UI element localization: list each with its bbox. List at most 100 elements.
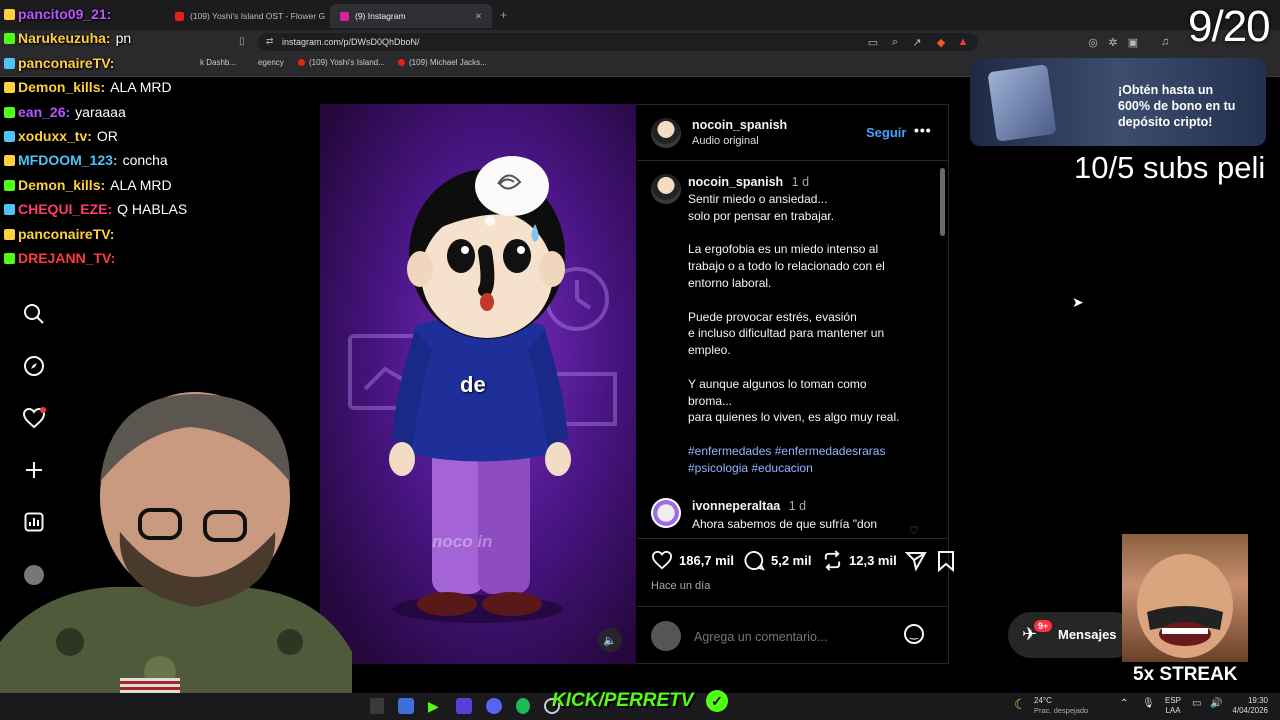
caption-header: nocoin_spanish 1 d	[688, 175, 809, 189]
cursor-icon: ➤	[1072, 294, 1084, 310]
taskbar-app-icon[interactable]	[370, 698, 384, 714]
chat-username: xoduxx_tv:	[18, 127, 92, 144]
chat-message: CHEQUI_EZE: Q HABLAS	[4, 201, 304, 225]
save-icon[interactable]	[936, 550, 956, 577]
comment-text: Ahora sabemos de que sufría "don	[692, 517, 878, 531]
scrollbar-thumb[interactable]	[940, 168, 945, 236]
hashtags-line1[interactable]: #enfermedades #enfermedadesraras	[688, 443, 885, 460]
chat-username: MFDOOM_123:	[18, 152, 118, 169]
caption-line: solo por pensar en trabajar.	[688, 208, 835, 223]
network-icon[interactable]: ▭	[1192, 698, 1201, 709]
volume-icon[interactable]: 🔈	[598, 628, 622, 652]
flag-pattern	[120, 678, 180, 693]
more-horizontal-icon[interactable]: •••	[914, 122, 932, 138]
caption-time: 1 d	[791, 175, 810, 189]
taskbar-app-icon[interactable]	[516, 698, 530, 714]
close-tab-icon[interactable]: ✕	[475, 11, 482, 22]
bookmark-item[interactable]: (109) Michael Jacks...	[398, 58, 487, 67]
chat-message: ean_26: yaraaaa	[4, 104, 304, 128]
screen-icon[interactable]: ▭	[866, 35, 880, 49]
chat-badge-icon	[4, 57, 15, 69]
weather-temp: 24°C	[1034, 696, 1052, 705]
music-icon[interactable]: ♫	[1158, 35, 1172, 49]
crypto-ad-banner[interactable]: ¡Obtén hasta un 600% de bono en tu depós…	[970, 58, 1266, 146]
repost-button[interactable]: 12,3 mil	[822, 550, 897, 571]
chat-badge-icon	[4, 179, 15, 191]
chat-username: ean_26:	[18, 103, 71, 120]
puzzle-icon[interactable]: ✲	[1106, 35, 1120, 49]
chevron-up-icon[interactable]: ⌃	[1120, 698, 1128, 709]
comment-button[interactable]: 5,2 mil	[744, 550, 811, 571]
caption-line: Y aunque algunos lo toman como	[688, 376, 867, 391]
emoji-icon[interactable]: ‿	[904, 624, 924, 644]
video-caption-word: de	[460, 372, 486, 397]
chat-text: Q HABLAS	[117, 201, 188, 218]
post-video[interactable]: de noco in 🔈	[320, 104, 636, 664]
messages-button[interactable]: ✈ 9+ Mensajes	[1008, 612, 1136, 658]
ad-text: ¡Obtén hasta un 600% de bono en tu depós…	[1118, 83, 1236, 129]
webcam-overlay	[0, 392, 352, 693]
divider	[637, 538, 948, 539]
play-icon[interactable]: ▶	[428, 698, 439, 715]
volume-icon[interactable]: 🔊	[1210, 698, 1222, 709]
chat-badge-icon	[4, 130, 15, 142]
avatar[interactable]	[651, 174, 681, 204]
caption-line: e incluso dificultad para mantener un	[688, 326, 885, 341]
chat-username: DREJANN_TV:	[18, 249, 116, 266]
chat-message: MFDOOM_123: concha	[4, 152, 304, 176]
follow-button[interactable]: Seguir	[866, 125, 906, 140]
comment-like-icon[interactable]: ♡	[909, 524, 919, 537]
language-indicator[interactable]: ESP LAA	[1165, 696, 1181, 716]
caption-line: Sentir miedo o ansiedad...	[688, 192, 828, 206]
chat-badge-icon	[4, 228, 15, 240]
caption-body: Sentir miedo o ansiedad... solo por pensa…	[688, 191, 928, 426]
video-watermark: noco in	[432, 532, 493, 551]
discord-icon[interactable]	[486, 698, 502, 714]
chat-badge-icon	[4, 155, 15, 167]
commenter-avatar[interactable]	[651, 498, 681, 528]
caption-line: trabajo o a todo lo relacionado con el	[688, 259, 885, 274]
taskbar-app-icon[interactable]	[398, 698, 414, 714]
like-button[interactable]: 186,7 mil	[651, 550, 734, 570]
weather-icon: ☾	[1014, 696, 1027, 712]
explore-icon[interactable]	[20, 352, 48, 380]
post-username[interactable]: nocoin_spanish	[692, 118, 787, 132]
tab-label: (9) Instagram	[355, 11, 406, 21]
bookmark-item[interactable]: (109) Yoshi's Island...	[298, 58, 385, 67]
chat-username: Demon_kills:	[18, 79, 106, 96]
chat-badge-icon	[4, 106, 15, 118]
tab-instagram[interactable]: (9) Instagram ✕	[330, 4, 492, 28]
extension-icon[interactable]: ◎	[1086, 35, 1100, 49]
share-icon[interactable]	[904, 551, 927, 576]
caption-username[interactable]: nocoin_spanish	[688, 175, 783, 189]
hashtags-line2[interactable]: #psicologia #educacion	[688, 460, 813, 477]
brave-rewards-icon[interactable]: ▲	[956, 35, 970, 49]
zoom-icon[interactable]: ⌕	[888, 35, 902, 49]
wallet-icon[interactable]: ▣	[1126, 35, 1140, 49]
comment-username[interactable]: ivonneperaltaa	[692, 499, 780, 513]
avatar	[651, 621, 681, 651]
subs-goal: 10/5 subs peli	[1074, 150, 1266, 185]
comment-time: 1 d	[788, 499, 807, 513]
gift-box-icon	[987, 64, 1057, 142]
mic-icon[interactable]: 🎙	[1142, 698, 1155, 709]
audio-label[interactable]: Audio original	[692, 135, 759, 147]
messages-badge: 9+	[1034, 620, 1053, 632]
clock[interactable]: 19:30 4/04/2026	[1228, 696, 1268, 716]
search-icon[interactable]	[20, 300, 48, 328]
posted-time: Hace un día	[651, 580, 711, 592]
chat-text: concha	[122, 152, 168, 169]
caption-line: empleo.	[688, 343, 731, 358]
new-tab-icon[interactable]: +	[500, 8, 507, 22]
caption-line: broma...	[688, 393, 733, 408]
brave-shield-icon[interactable]: ◆	[934, 35, 948, 49]
chat-username: Demon_kills:	[18, 176, 106, 193]
comment-header: ivonneperaltaa 1 d	[692, 499, 806, 513]
youtube-icon	[398, 59, 405, 66]
comment-input[interactable]	[692, 627, 896, 647]
avatar[interactable]	[651, 118, 681, 148]
messages-label: Mensajes	[1058, 627, 1117, 642]
share-icon[interactable]: ↗	[910, 35, 924, 49]
chat-badge-icon	[4, 33, 15, 45]
taskbar-app-icon[interactable]	[456, 698, 472, 714]
